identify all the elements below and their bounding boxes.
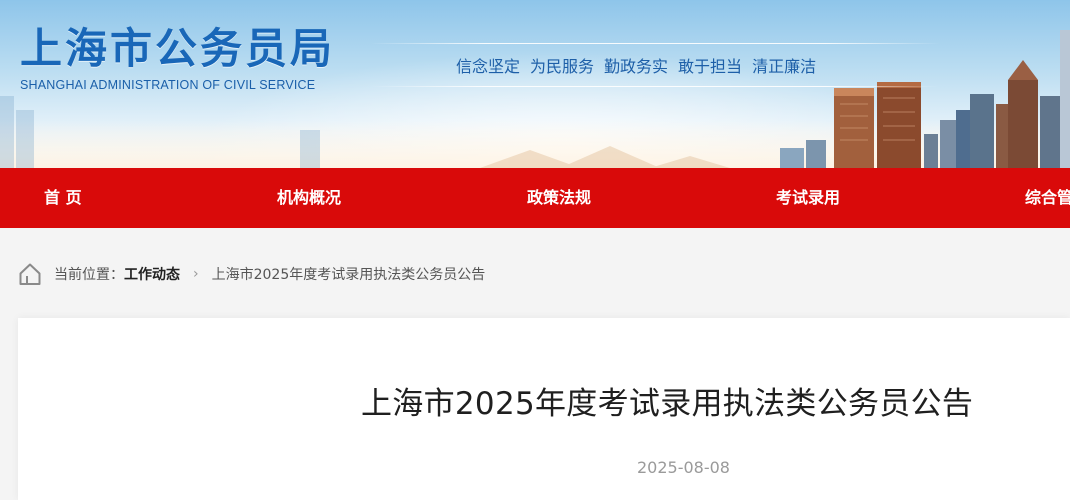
motto-divider-bottom bbox=[370, 86, 940, 87]
motto-item: 为民服务 bbox=[530, 57, 595, 76]
motto-item: 清正廉洁 bbox=[752, 57, 817, 76]
motto-item: 敢于担当 bbox=[678, 57, 743, 76]
site-banner: 上海市公务员局 SHANGHAI ADMINISTRATION OF CIVIL… bbox=[0, 0, 1070, 168]
home-icon[interactable] bbox=[18, 262, 42, 286]
main-nav: 首 页 机构概况 政策法规 考试录用 综合管 bbox=[0, 168, 1070, 228]
nav-item-home[interactable]: 首 页 bbox=[44, 168, 82, 228]
breadcrumb-section-link[interactable]: 工作动态 bbox=[124, 264, 180, 284]
article-date: 2025-08-08 bbox=[637, 458, 730, 477]
nav-item-organization[interactable]: 机构概况 bbox=[277, 168, 341, 228]
breadcrumb: 当前位置： 工作动态 › 上海市2025年度考试录用执法类公务员公告 bbox=[18, 262, 485, 286]
motto-divider-top bbox=[370, 43, 940, 44]
nav-item-policies[interactable]: 政策法规 bbox=[527, 168, 591, 228]
motto-item: 勤政务实 bbox=[604, 57, 669, 76]
motto-bar: 信念坚定 为民服务 勤政务实 敢于担当 清正廉洁 bbox=[456, 53, 816, 77]
article-card: 上海市2025年度考试录用执法类公务员公告 2025-08-08 bbox=[18, 318, 1070, 500]
site-logo-subtitle: SHANGHAI ADMINISTRATION OF CIVIL SERVICE bbox=[20, 78, 316, 92]
breadcrumb-current-page: 上海市2025年度考试录用执法类公务员公告 bbox=[211, 267, 486, 283]
site-logo-title[interactable]: 上海市公务员局 bbox=[20, 24, 335, 74]
chevron-right-icon: › bbox=[193, 266, 199, 282]
motto-item: 信念坚定 bbox=[456, 57, 521, 76]
nav-item-recruitment[interactable]: 考试录用 bbox=[776, 168, 840, 228]
nav-item-general-management[interactable]: 综合管 bbox=[1025, 168, 1070, 228]
article-title: 上海市2025年度考试录用执法类公务员公告 bbox=[361, 386, 974, 422]
breadcrumb-prefix: 当前位置： bbox=[54, 267, 124, 283]
